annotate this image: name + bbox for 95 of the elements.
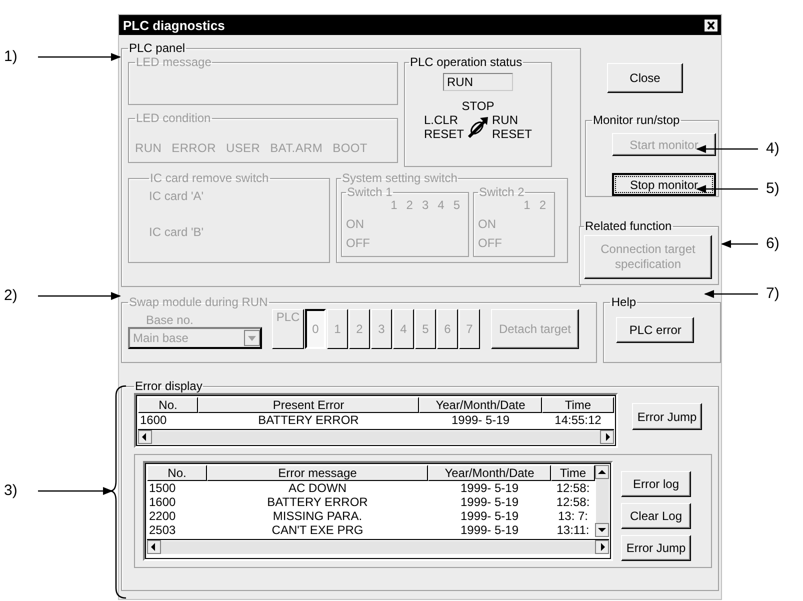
callout-label: 1) (4, 48, 18, 66)
on-label: ON (346, 218, 365, 231)
callout-arrow (696, 185, 758, 193)
group-title: PLC panel (128, 41, 186, 55)
scroll-up-icon[interactable] (595, 465, 609, 479)
switch-label: RESET (424, 127, 464, 141)
table-cell-text: 14:55:12 (554, 413, 602, 427)
table-cell-text: 13: 7: (556, 509, 590, 523)
scroll-left-icon[interactable] (147, 540, 161, 554)
table-cell-text: 1999- 5-19 (459, 509, 520, 523)
led-label: BOOT (332, 141, 368, 155)
group-title: Error display (134, 379, 204, 393)
switch-number: 2 (539, 199, 546, 212)
close-icon[interactable] (704, 18, 718, 32)
led-label: RUN (135, 141, 162, 155)
group-title: Swap module during RUN (128, 295, 269, 309)
switch-number: 1 (390, 199, 398, 212)
column-header[interactable]: Year/Month/Date (428, 465, 551, 481)
callout-label: 4) (766, 140, 780, 158)
switch-number: 5 (453, 199, 460, 212)
table-cell-text: BATTERY ERROR (266, 495, 369, 509)
scroll-down-icon[interactable] (595, 523, 609, 537)
on-label: ON (478, 218, 497, 231)
horizontal-scrollbar[interactable] (147, 539, 609, 554)
switch-label: STOP (462, 99, 494, 113)
column-header[interactable]: Present Error (198, 397, 419, 413)
column-header[interactable]: Time (542, 397, 614, 413)
table-cell-text: BATTERY ERROR (257, 413, 360, 427)
table-cell-text: 2200 (148, 509, 177, 523)
column-header[interactable]: Year/Month/Date (419, 397, 542, 413)
log-button[interactable]: Error log (621, 471, 691, 497)
switch-number: 1 (524, 199, 530, 212)
column-header[interactable]: No. (147, 465, 207, 481)
group-title: Switch 1 (346, 185, 394, 199)
close-button[interactable]: Close (607, 63, 683, 93)
group-title: LED message (135, 55, 212, 69)
plc-error-button[interactable]: PLC error (616, 317, 694, 343)
table-cell-text: 13:11: (556, 523, 590, 537)
monitor-button[interactable]: Stop monitor (612, 173, 716, 196)
scroll-left-icon[interactable] (138, 430, 152, 444)
group-title: Related function (584, 219, 673, 233)
led-label: ERROR (172, 141, 216, 155)
table-cell-text: 12:58: (555, 495, 591, 509)
error-jump-button[interactable]: Error Jump (632, 403, 702, 430)
callout-label: 7) (766, 285, 780, 303)
horizontal-scrollbar[interactable] (138, 429, 614, 444)
table-cell-text: 1999- 5-19 (450, 413, 511, 427)
table-cell-text: 1600 (139, 413, 168, 427)
table-cell-text: 1999- 5-19 (459, 495, 520, 509)
group-title: Monitor run/stop (592, 113, 681, 127)
group-title: Switch 2 (478, 185, 524, 199)
off-label: OFF (478, 237, 503, 250)
table-cell-text: MISSING PARA. (272, 509, 364, 523)
table-cell-text: 2503 (148, 523, 177, 537)
switch-number: 2 (406, 199, 413, 212)
log-button[interactable]: Clear Log (621, 503, 691, 529)
callout-arrow (704, 290, 758, 298)
vertical-scrollbar[interactable] (595, 465, 609, 537)
callout-arrow (721, 240, 758, 248)
group-title: LED condition (135, 111, 212, 125)
column-header[interactable]: Time (551, 465, 595, 481)
column-header[interactable]: No. (138, 397, 198, 413)
table-cell-text: 12:58: (555, 481, 591, 495)
log-button[interactable]: Error Jump (621, 535, 691, 561)
group-title: System setting switch (341, 171, 458, 185)
table-cell-text: CAN'T EXE PRG (270, 523, 364, 537)
scroll-right-icon[interactable] (595, 540, 609, 554)
switch-number: 4 (438, 199, 444, 212)
card-label: IC card 'B' (149, 225, 205, 239)
column-header[interactable]: Error message (207, 465, 428, 481)
switch-label: RESET (492, 127, 532, 141)
table-cell-text: 1999- 5-19 (459, 523, 520, 537)
window-title: PLC diagnostics (123, 18, 225, 32)
table-cell-text: AC DOWN (288, 481, 348, 495)
base-label: Base no. (145, 313, 194, 327)
status-field: RUN (443, 73, 513, 91)
group-title: Help (610, 295, 638, 309)
callout-label: 2) (4, 287, 18, 305)
switch-number: 3 (422, 199, 429, 212)
led-label: BAT.ARM (270, 141, 323, 155)
key-switch-icon (466, 115, 490, 139)
group-title: IC card remove switch (149, 171, 270, 185)
group-title: PLC operation status (409, 55, 524, 69)
switch-label: L.CLR (424, 113, 459, 127)
scroll-right-icon[interactable] (600, 430, 614, 444)
table-cell-text: 1999- 5-19 (459, 481, 520, 495)
off-label: OFF (346, 237, 371, 250)
callout-label: 5) (766, 180, 780, 198)
card-label: IC card 'A' (149, 189, 205, 203)
table-cell-text: 1600 (148, 495, 177, 509)
led-label: USER (226, 141, 260, 155)
callout-label: 3) (4, 482, 18, 500)
switch-label: RUN (492, 113, 519, 127)
table-cell-text: 1500 (148, 481, 177, 495)
callout-label: 6) (766, 235, 780, 253)
